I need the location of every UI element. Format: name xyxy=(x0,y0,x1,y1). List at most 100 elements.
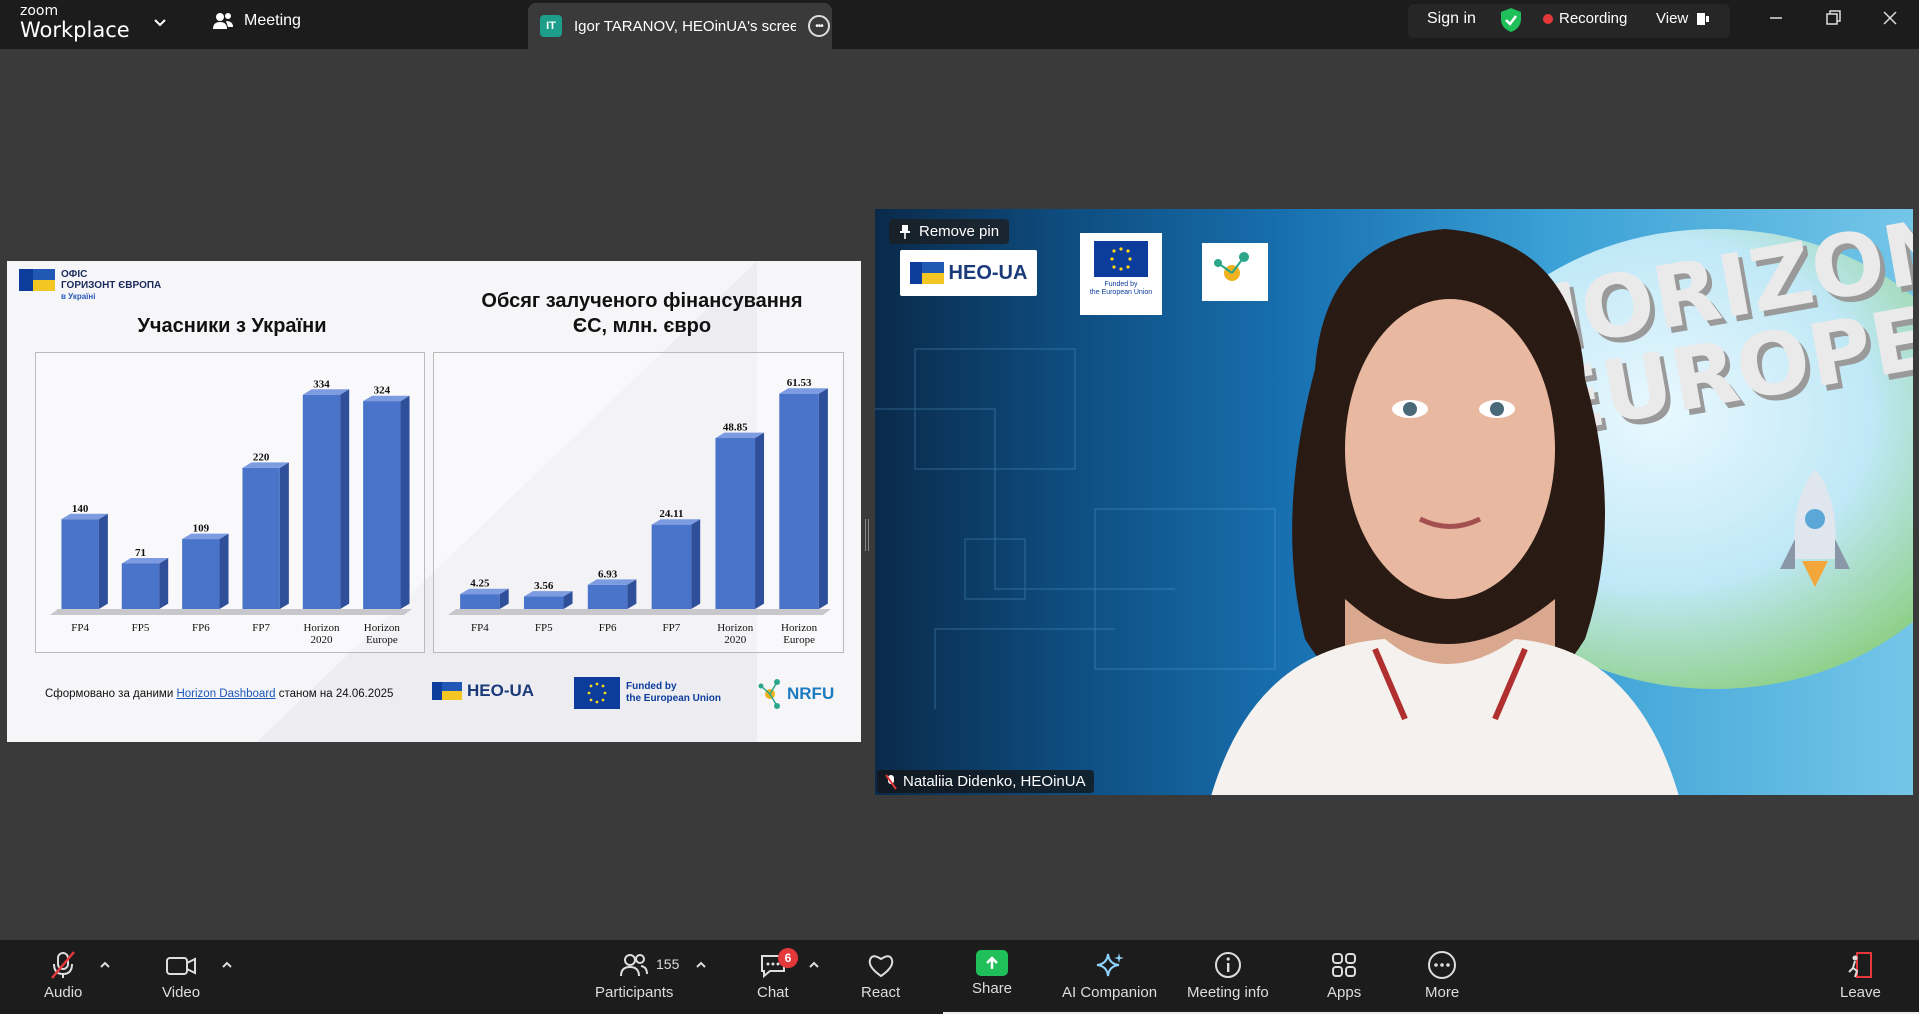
data-label: 71 xyxy=(135,547,146,559)
tick-label: FP7 xyxy=(663,622,681,634)
bar-fp7 xyxy=(651,519,701,609)
video-button[interactable]: Video xyxy=(162,950,200,1001)
nrfu-label: NRFU xyxy=(787,684,835,703)
chart2-title: Обсяг залученого фінансування ЄС, млн. є… xyxy=(481,290,803,337)
bar-fp4 xyxy=(460,588,509,609)
shared-screen-slide: ОФІС ГОРИЗОНТ ЄВРОПА в Україні Учасники … xyxy=(7,261,861,742)
video-eu-line2: the European Union xyxy=(1089,289,1153,296)
chevron-down-icon[interactable] xyxy=(152,14,168,30)
source-note: Сформовано за даними Horizon Dashboard с… xyxy=(45,688,393,700)
more-icon xyxy=(1428,951,1457,979)
office-line2: ГОРИЗОНТ ЄВРОПА xyxy=(61,280,162,291)
chart2-frame: 4.25 FP4 3.56 FP5 6.93 FP6 24.11 FP7 48.85 Horizo… xyxy=(433,352,844,653)
chat-chevron-up-icon[interactable] xyxy=(807,958,821,972)
person-silhouette xyxy=(1211,229,1679,795)
tick-label: FP6 xyxy=(599,622,617,634)
remove-pin-label: Remove pin xyxy=(919,223,1000,240)
heo-ua-label: HEO-UA xyxy=(467,681,535,700)
share-button[interactable]: Share xyxy=(972,950,1012,997)
audio-chevron-up-icon[interactable] xyxy=(98,958,112,972)
tick-label: Horizon xyxy=(717,622,754,634)
view-label: View xyxy=(1656,10,1689,27)
shield-check-icon[interactable] xyxy=(1500,7,1522,33)
video-chevron-up-icon[interactable] xyxy=(220,958,234,972)
tab-title: Igor TARANOV, HEOinUA's screen xyxy=(574,17,796,35)
tick-label: Horizon xyxy=(364,622,401,634)
participants-chevron-up-icon[interactable] xyxy=(694,958,708,972)
restore-icon[interactable] xyxy=(1823,8,1843,28)
tick-label: FP4 xyxy=(71,622,89,634)
camera-icon xyxy=(166,957,197,975)
record-dot-icon xyxy=(1543,13,1553,24)
video-heo-ua-logo: HEO-UA xyxy=(900,250,1037,296)
nrfu-logo: NRFU xyxy=(757,676,834,712)
more-label: More xyxy=(1425,984,1460,1001)
share-arrow-icon xyxy=(976,950,1009,976)
muted-mic-icon xyxy=(885,773,897,790)
horizon-dashboard-link[interactable]: Horizon Dashboard xyxy=(176,688,275,700)
tab-shared-screen[interactable]: IT Igor TARANOV, HEOinUA's screen ••• xyxy=(528,3,832,49)
data-label: 6.93 xyxy=(598,568,618,580)
chart-floor xyxy=(50,609,412,615)
tick-label: Europe xyxy=(783,634,815,646)
bar-horizon-2020 xyxy=(302,389,350,609)
heart-icon xyxy=(868,955,893,978)
recording-indicator[interactable]: Recording xyxy=(1543,10,1627,27)
tick-label: FP5 xyxy=(132,622,150,634)
tick-label: Europe xyxy=(366,634,398,646)
eu-flag-icon xyxy=(1094,241,1148,277)
chart1-frame: 140 FP4 71 FP5 109 FP6 220 FP7 334 Horizon 2020 324… xyxy=(35,352,425,653)
heo-ua-logo: HEO-UA xyxy=(432,681,534,701)
info-icon xyxy=(1214,952,1241,978)
avatar: IT xyxy=(540,15,562,37)
meeting-menu-label: Meeting xyxy=(244,12,301,29)
ukraine-eu-flag-icon xyxy=(19,269,55,291)
eu-line1: Funded by xyxy=(626,681,677,692)
chart1-title: Учасники з України xyxy=(137,315,327,337)
video-heo-label: HEO-UA xyxy=(948,261,1028,284)
ai-companion-button[interactable]: AI Companion xyxy=(1062,950,1157,1001)
more-options-icon[interactable]: ••• xyxy=(808,15,830,37)
office-line1: ОФІС xyxy=(61,269,88,280)
meeting-info-button[interactable]: Meeting info xyxy=(1187,950,1269,1001)
data-label: 48.85 xyxy=(723,422,748,434)
tick-label: FP5 xyxy=(535,622,553,634)
bar-horizon-europe xyxy=(363,395,410,609)
participant-video[interactable]: HORIZON EUROPE HEO-UA Funded by the Euro… xyxy=(875,209,1913,795)
audio-button[interactable]: Audio xyxy=(44,950,82,1001)
audio-label: Audio xyxy=(44,984,83,1001)
ukraine-flag-icon xyxy=(432,682,462,700)
chart-floor xyxy=(448,609,831,615)
eu-funded-logo: Funded by the European Union xyxy=(574,677,721,709)
apps-button[interactable]: Apps xyxy=(1327,950,1361,1001)
zoom-workplace-logo: zoom Workplace xyxy=(20,4,130,41)
sparkle-icon xyxy=(1096,953,1124,977)
meeting-toolbar: Audio Video Participants 155 Chat 6 Reac… xyxy=(0,940,1919,1014)
meeting-info-label: Meeting info xyxy=(1187,984,1269,1001)
chat-unread-badge: 6 xyxy=(778,948,798,968)
data-label: 3.56 xyxy=(534,580,554,592)
bar-fp4 xyxy=(61,513,108,609)
bar-fp6 xyxy=(587,579,637,609)
office-line3: в Україні xyxy=(61,292,96,301)
video-label: Video xyxy=(162,984,201,1001)
split-view-handle[interactable] xyxy=(865,519,869,551)
meeting-menu[interactable]: Meeting xyxy=(212,11,301,31)
more-button[interactable]: More xyxy=(1425,950,1459,1001)
react-button[interactable]: React xyxy=(861,950,900,1001)
minimize-icon[interactable] xyxy=(1766,8,1786,28)
eu-line2: the European Union xyxy=(626,693,721,704)
participant-name: Nataliia Didenko, HEOinUA xyxy=(903,773,1086,790)
close-icon[interactable] xyxy=(1880,8,1900,28)
office-logo: ОФІС ГОРИЗОНТ ЄВРОПА в Україні xyxy=(19,269,161,302)
view-button[interactable]: View xyxy=(1656,10,1710,27)
leave-button[interactable]: Leave xyxy=(1840,950,1881,1001)
remove-pin-button[interactable]: Remove pin xyxy=(889,219,1010,244)
bar-fp5 xyxy=(523,591,573,609)
apps-icon xyxy=(1332,953,1357,977)
source-prefix: Сформовано за даними xyxy=(45,688,174,700)
mic-muted-icon xyxy=(51,951,76,979)
recording-label: Recording xyxy=(1559,10,1628,27)
participants-count: 155 xyxy=(656,956,680,972)
sign-in-button[interactable]: Sign in xyxy=(1427,10,1476,28)
